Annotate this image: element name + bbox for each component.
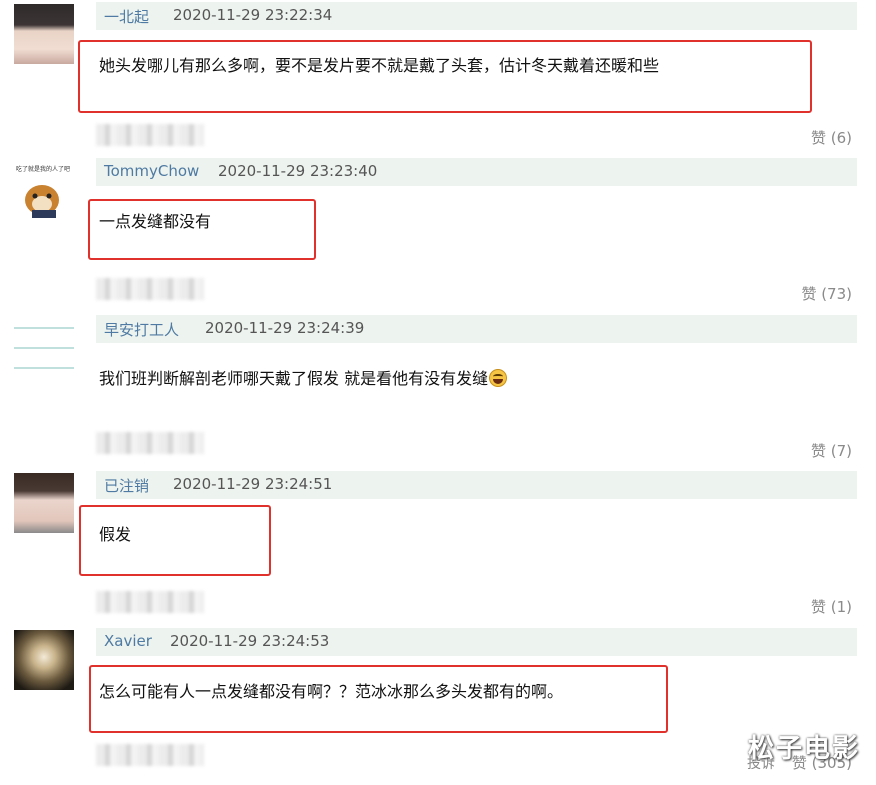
blurred-content xyxy=(96,432,204,454)
comment-item: 吃了就是我的人了吧 TommyChow 2020-11-29 23:23:40 … xyxy=(0,158,876,315)
user-avatar[interactable] xyxy=(14,473,74,533)
username-link[interactable]: TommyChow xyxy=(104,162,199,180)
user-avatar[interactable] xyxy=(14,630,74,690)
blurred-content xyxy=(96,124,204,146)
like-button[interactable]: 赞 (7) xyxy=(811,440,852,461)
comment-text: 她头发哪儿有那么多啊，要不是发片要不就是戴了头套，估计冬天戴着还暖和些 xyxy=(99,56,660,75)
comment-header: 一北起 2020-11-29 23:22:34 xyxy=(96,2,857,30)
comment-text: 假发 xyxy=(99,525,132,544)
watermark-text: 松子电影 xyxy=(747,734,860,764)
username-link[interactable]: Xavier xyxy=(104,632,152,650)
comment-item: 一北起 2020-11-29 23:22:34 她头发哪儿有那么多啊，要不是发片… xyxy=(0,2,876,159)
username-link[interactable]: 早安打工人 xyxy=(104,319,179,340)
comment-timestamp: 2020-11-29 23:23:40 xyxy=(218,162,378,180)
blurred-content xyxy=(96,744,204,766)
comment-item: 已注销 2020-11-29 23:24:51 假发 赞 (1) xyxy=(0,471,876,628)
comment-header: TommyChow 2020-11-29 23:23:40 xyxy=(96,158,857,186)
username-link[interactable]: 已注销 xyxy=(104,475,149,496)
laughing-emoji-icon xyxy=(489,369,508,387)
comment-text-content: 我们班判断解剖老师哪天戴了假发 就是看他有没有发缝 xyxy=(99,369,489,388)
comment-header: 已注销 2020-11-29 23:24:51 xyxy=(96,471,857,499)
comment-timestamp: 2020-11-29 23:24:53 xyxy=(170,632,330,650)
like-button[interactable]: 赞 (1) xyxy=(811,596,852,617)
comment-header: Xavier 2020-11-29 23:24:53 xyxy=(96,628,857,656)
like-button[interactable]: 赞 (6) xyxy=(811,127,852,148)
user-avatar[interactable] xyxy=(14,4,74,64)
comment-item: 早安打工人 2020-11-29 23:24:39 我们班判断解剖老师哪天戴了假… xyxy=(0,315,876,472)
user-avatar[interactable]: 吃了就是我的人了吧 xyxy=(14,160,74,220)
highlight-box xyxy=(78,40,812,113)
comment-timestamp: 2020-11-29 23:24:51 xyxy=(173,475,333,493)
comment-header: 早安打工人 2020-11-29 23:24:39 xyxy=(96,315,857,343)
comment-timestamp: 2020-11-29 23:22:34 xyxy=(173,6,333,24)
user-avatar[interactable] xyxy=(14,317,74,377)
comment-text: 一点发缝都没有 xyxy=(99,212,212,231)
comment-text: 我们班判断解剖老师哪天戴了假发 就是看他有没有发缝 xyxy=(99,365,508,389)
comment-timestamp: 2020-11-29 23:24:39 xyxy=(205,319,365,337)
username-link[interactable]: 一北起 xyxy=(104,6,149,27)
blurred-content xyxy=(96,278,204,300)
comment-text: 怎么可能有人一点发缝都没有啊？？范冰冰那么多头发都有的啊。 xyxy=(99,682,564,701)
blurred-content xyxy=(96,591,204,613)
comment-item: Xavier 2020-11-29 23:24:53 怎么可能有人一点发缝都没有… xyxy=(0,628,876,785)
avatar-caption: 吃了就是我的人了吧 xyxy=(16,166,71,173)
like-button[interactable]: 赞 (73) xyxy=(801,283,852,304)
